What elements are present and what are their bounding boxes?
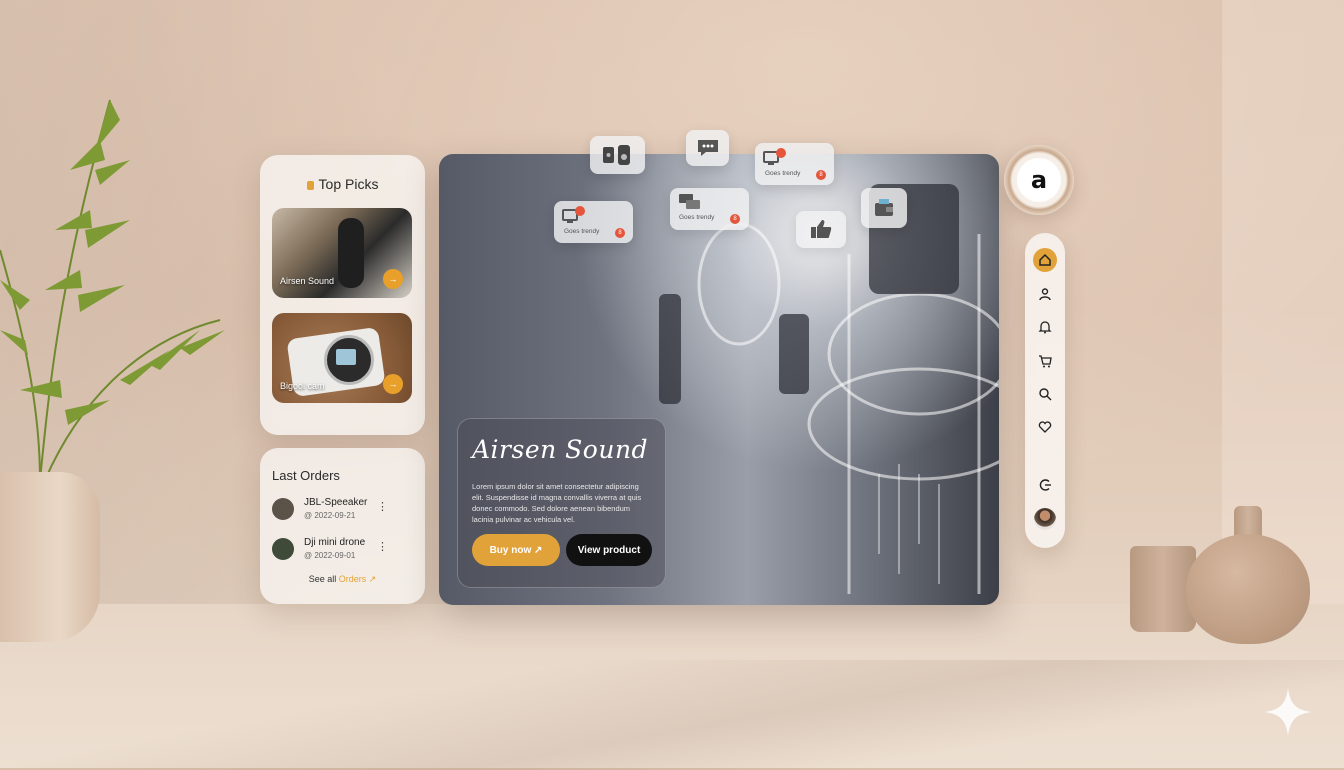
avatar[interactable] [1034,508,1056,530]
order-thumbnail [272,498,294,520]
see-all-link[interactable]: See all Orders ↗ [260,574,425,585]
nav-home[interactable] [1033,248,1057,272]
vase-decoration [1186,534,1310,644]
see-all-accent: Orders ↗ [338,574,377,584]
arrow-icon[interactable]: → [383,374,403,394]
more-options-icon[interactable]: ⋮ [377,500,388,513]
pick-card-speaker[interactable]: Airsen Sound → [272,208,412,298]
trending-tile[interactable]: Goes trendy 8 [554,201,633,243]
search-icon [1039,388,1052,401]
heart-icon [1038,421,1052,433]
user-icon [1039,288,1051,301]
trending-tile[interactable]: Goes trendy 8 [755,143,834,185]
thumbs-up-icon [811,220,832,238]
nav-favorites[interactable] [1033,415,1057,439]
chat-tile[interactable] [686,130,729,166]
floor-shadow [0,660,1344,770]
speaker-device-tile[interactable] [590,136,645,174]
order-date: @ 2022-09-21 [304,511,356,520]
speaker-image [338,218,364,288]
notification-count: 8 [615,228,625,238]
notification-badge [776,148,786,158]
logo-letter: a [1030,166,1048,194]
view-product-button[interactable]: View product [566,534,652,566]
wallet-icon [875,199,893,216]
pick-caption: Airsen Sound [280,276,335,286]
amazon-logo-icon: a [1017,158,1061,202]
plant-pot [0,472,100,642]
notification-count: 8 [816,170,826,180]
pick-card-camera[interactable]: Bigool cam → [272,313,412,403]
more-options-icon[interactable]: ⋮ [377,540,388,553]
trending-tile[interactable]: Goes trendy 8 [670,188,749,230]
notification-badge [575,206,585,216]
last-orders-panel: Last Orders JBL-Speeaker @ 2022-09-21 ⋮ … [260,448,425,604]
like-tile[interactable] [796,211,846,248]
hero-description: Lorem ipsum dolor sit amet consectetur a… [472,482,642,524]
top-picks-title: Top Picks [318,176,379,192]
buy-now-button[interactable]: Buy now ↗ [472,534,560,566]
top-picks-icon [306,180,314,190]
home-icon [1039,253,1051,266]
hero-title: Airsen Sound [472,435,649,464]
trending-label: Goes trendy [679,214,715,221]
order-thumbnail [272,538,294,560]
top-picks-heading: Top Picks [260,176,425,192]
order-name: JBL-Speeaker [304,497,368,508]
camera-screen [336,349,356,365]
bell-icon [1038,321,1052,334]
order-item[interactable]: JBL-Speeaker @ 2022-09-21 ⋮ [272,496,412,522]
arrow-icon[interactable]: → [383,269,403,289]
nav-logout[interactable] [1033,473,1057,497]
chat-icon [698,140,718,156]
nav-cart[interactable] [1033,349,1057,373]
plant-decoration [0,99,225,481]
order-date: @ 2022-09-01 [304,551,356,560]
wallet-tile[interactable] [861,188,907,228]
see-all-label: See all [308,574,337,584]
nav-notifications[interactable] [1033,315,1057,339]
logout-icon [1039,479,1051,491]
cart-icon [1039,355,1052,368]
side-navigation [1025,233,1065,548]
chat-bubbles-icon [679,194,700,209]
last-orders-title: Last Orders [272,468,340,483]
hero-info-card: Airsen Sound Lorem ipsum dolor sit amet … [457,418,666,588]
brand-logo[interactable]: a [1004,145,1074,215]
order-name: Dji mini drone [304,537,366,548]
speaker-device-icon [603,145,630,165]
pick-caption: Bigool cam [280,381,325,391]
trending-label: Goes trendy [765,170,801,177]
order-item[interactable]: Dji mini drone @ 2022-09-01 ⋮ [272,536,412,562]
sparkle-icon [1264,688,1312,736]
top-picks-panel: Top Picks Airsen Sound → Bigool cam → [260,155,425,435]
nav-search[interactable] [1033,382,1057,406]
notification-count: 8 [730,214,740,224]
nav-profile[interactable] [1033,282,1057,306]
trending-label: Goes trendy [564,228,600,235]
